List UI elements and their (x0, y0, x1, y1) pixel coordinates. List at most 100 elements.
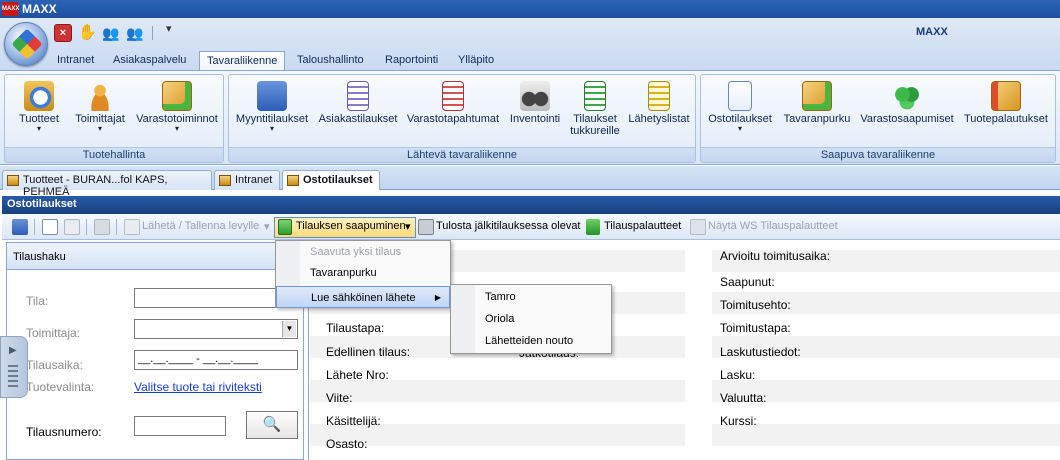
tab-asiakaspalvelu[interactable]: Asiakaspalvelu (106, 51, 193, 71)
application-menu-button[interactable] (4, 22, 48, 66)
toolbar-divider (34, 219, 35, 235)
tila-input[interactable] (134, 288, 298, 308)
toolbar: Lähetä / Tallenna levylle ▾ Tilauksen sa… (2, 214, 1060, 240)
app-title: MAXX (22, 2, 57, 16)
doc-tab-ostotilaukset[interactable]: Ostotilaukset (282, 170, 380, 190)
menu-item-saavuta[interactable]: Saavuta yksi tilaus (276, 241, 401, 263)
doc-tab-label: Intranet (235, 174, 273, 186)
menu-item-lue-lahete[interactable]: Lue sähköinen lähete ▶ (276, 286, 450, 308)
asiakastilaukset-button[interactable]: Asiakastilaukset (315, 81, 401, 125)
detail-lahete-nro: Lähete Nro: (326, 368, 389, 382)
row-stripe (310, 380, 685, 402)
doc-tab-intranet[interactable]: Intranet (214, 170, 280, 190)
group-icon[interactable]: 👥 (126, 24, 144, 42)
binoculars-icon (520, 81, 550, 111)
submenu-item-oriola[interactable]: Oriola (451, 308, 514, 330)
tab-raportointi[interactable]: Raportointi (378, 51, 445, 71)
myyntitilaukset-button[interactable]: Myyntitilaukset ▾ (231, 81, 313, 133)
doc-tab-label: Ostotilaukset (303, 174, 373, 186)
detail-saapunut: Saapunut: (720, 275, 775, 289)
varastosaapumiset-button[interactable]: Varastosaapumiset (857, 81, 957, 125)
toimittajat-button[interactable]: Toimittajat ▾ (69, 81, 131, 133)
arrival-dropdown-icon[interactable]: ▾ (405, 220, 411, 233)
search-button[interactable]: 🔍 (246, 411, 298, 439)
row-stripe (712, 424, 1060, 446)
ribbon-group-title: Tuotehallinta (5, 147, 223, 162)
section-title: Ostotilaukset (2, 196, 1060, 214)
toimittaja-select[interactable]: ▼ (134, 319, 298, 339)
tuotepalautukset-button[interactable]: Tuotepalautukset (959, 81, 1053, 125)
expand-icon: ▶ (9, 345, 17, 356)
send-save-dropdown-icon[interactable]: ▾ (264, 220, 270, 233)
tilausnumero-input[interactable] (134, 416, 226, 436)
detail-arvioitu-toimitusaika: Arvioitu toimitusaika: (720, 249, 831, 263)
tilausaika-label: Tilausaika: (26, 358, 83, 372)
list-red-icon (442, 81, 464, 111)
tab-taloushallinto[interactable]: Taloushallinto (290, 51, 371, 71)
return-box-icon (991, 81, 1021, 111)
ribbon-group-title: Saapuva tavaraliikenne (701, 147, 1055, 162)
supplier-icon (85, 81, 115, 111)
warehouse-icon (162, 81, 192, 111)
send-save-button[interactable]: Lähetä / Tallenna levylle (142, 220, 259, 232)
select-product-link[interactable]: Valitse tuote tai riviteksti (134, 380, 262, 394)
doc-tab-tuotteet[interactable]: Tuotteet - BURAN...fol KAPS, PEHMEÄ (2, 170, 212, 198)
menu-item-label: Lue sähköinen lähete (311, 292, 416, 304)
submenu-item-tamro[interactable]: Tamro (451, 286, 516, 308)
inventointi-button[interactable]: Inventointi (505, 81, 565, 125)
window-icon (7, 175, 19, 186)
green-cubes-icon (892, 81, 922, 111)
tab-tavaraliikenne[interactable]: Tavaraliikenne (199, 51, 286, 71)
tilaukset-tukkureille-button[interactable]: Tilaukset tukkureille (567, 81, 623, 137)
varastotapahtumat-button[interactable]: Varastotapahtumat (403, 81, 503, 125)
tilausaika-input[interactable]: __.__.____ - __.__.____ (134, 350, 298, 370)
toolbar-divider (86, 219, 87, 235)
side-panel-handle[interactable]: ▶ (0, 336, 28, 398)
box-add-icon (802, 81, 832, 111)
detail-toimitusehto: Toimitusehto: (720, 298, 791, 312)
hand-icon[interactable]: ✋ (78, 24, 97, 42)
chevron-down-icon[interactable]: ▼ (282, 321, 296, 337)
close-icon[interactable]: × (54, 24, 72, 42)
detail-kurssi: Kurssi: (720, 414, 757, 428)
tuotteet-button[interactable]: Tuotteet ▾ (9, 81, 69, 133)
submenu-item-lahetteiden-nouto[interactable]: Lähetteiden nouto (451, 330, 573, 352)
print-icon[interactable] (94, 219, 110, 235)
menu-item-tavaranpurku[interactable]: Tavaranpurku (276, 262, 377, 284)
window-icon (287, 175, 299, 186)
ribbon-group-title: Lähtevä tavaraliikenne (229, 147, 695, 162)
ribbon-group-tuotehallinta: Tuotehallinta Tuotteet ▾ Toimittajat ▾ Var… (4, 74, 224, 163)
list-yellow-icon (648, 81, 670, 111)
cube-logo-icon (11, 28, 43, 60)
tab-intranet[interactable]: Intranet (50, 51, 101, 71)
app-logo-icon: MAXX (2, 2, 19, 16)
cart-icon (257, 81, 287, 111)
users-icon[interactable]: 👥 (102, 24, 120, 42)
grip-icon (8, 365, 18, 387)
exit-icon[interactable] (12, 219, 28, 235)
tavaranpurku-button[interactable]: Tavaranpurku (779, 81, 855, 125)
arrival-label: Tilauksen saapuminen (296, 220, 406, 232)
ostotilaukset-button[interactable]: Ostotilaukset ▾ (703, 81, 777, 133)
customize-quick-access-icon[interactable]: ▾ (166, 22, 172, 35)
new-document-icon[interactable] (42, 219, 58, 235)
edit-icon[interactable] (64, 219, 80, 235)
order-feedback-button[interactable]: Tilauspalautteet (604, 220, 681, 232)
lahetyslistat-button[interactable]: Lähetyslistat (625, 81, 693, 125)
toolbar-divider (116, 219, 117, 235)
ws-feedback-button[interactable]: Näytä WS Tilauspalautteet (708, 220, 838, 232)
quick-access-divider (152, 26, 153, 40)
detail-osasto: Osasto: (326, 437, 368, 451)
detail-valuutta: Valuutta: (720, 391, 767, 405)
document-search-icon (728, 81, 752, 111)
print-backorder-button[interactable]: Tulosta jälkitilauksessa olevat (436, 220, 581, 232)
doc-tab-label: Tuotteet - BURAN...fol KAPS, PEHMEÄ (23, 174, 168, 198)
tab-yllapito[interactable]: Ylläpito (451, 51, 501, 71)
header-app-name: MAXX (916, 26, 948, 38)
detail-lasku: Lasku: (720, 368, 756, 382)
product-search-icon (24, 81, 54, 111)
green-arrow-icon (586, 219, 600, 235)
submenu-arrow-icon: ▶ (434, 293, 441, 302)
varastotoiminnot-button[interactable]: Varastotoiminnot ▾ (133, 81, 221, 133)
detail-kasittelija: Käsittelijä: (326, 414, 381, 428)
